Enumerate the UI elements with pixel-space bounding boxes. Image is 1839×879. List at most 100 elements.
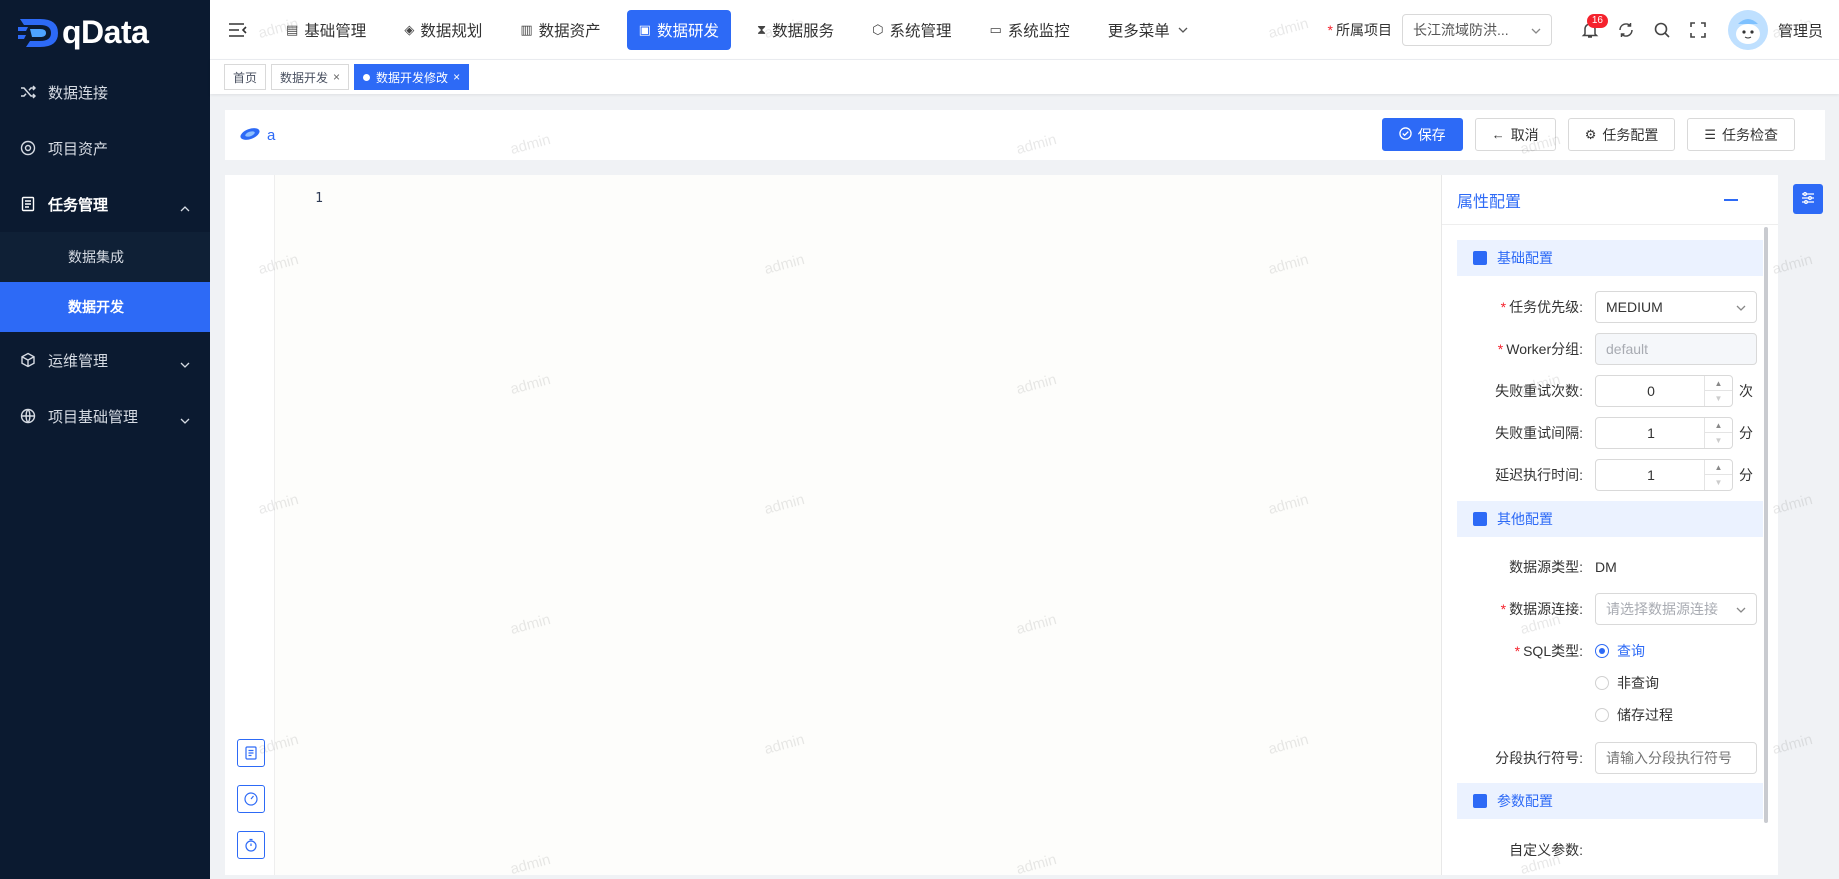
bookmark-icon xyxy=(1473,512,1487,526)
radio-circle xyxy=(1595,644,1609,658)
nav-data-development[interactable]: ▣ 数据研发 xyxy=(626,9,731,50)
ds-conn-label: * 数据源连接: xyxy=(1500,601,1583,617)
bell-icon[interactable]: 16 xyxy=(1572,12,1608,48)
sidebar-item-task-management[interactable]: 任务管理 xyxy=(0,176,210,232)
nav-system-management[interactable]: ⬡ 系统管理 xyxy=(860,10,963,50)
save-button[interactable]: 保存 xyxy=(1381,118,1463,151)
priority-select[interactable]: MEDIUM xyxy=(1595,291,1757,323)
tab-data-development-edit[interactable]: 数据开发修改 × xyxy=(354,64,470,90)
logo[interactable]: qData xyxy=(0,0,210,64)
increment-icon[interactable]: ▲ xyxy=(1704,460,1732,475)
tab-data-development[interactable]: 数据开发 × xyxy=(271,64,350,90)
top-nav: ▤ 基础管理 ◈ 数据规划 ▥ 数据资产 ▣ 数据研发 ⧗ 数据服务 ⬡ 系统管… xyxy=(274,0,1214,60)
decrement-icon[interactable]: ▼ xyxy=(1704,433,1732,448)
radio-label: 储存过程 xyxy=(1617,707,1673,723)
radio-query[interactable]: 查询 xyxy=(1595,641,1645,661)
stepper-value: 0 xyxy=(1647,383,1655,399)
gauge-icon[interactable] xyxy=(237,785,265,813)
project-select[interactable]: 长江流域防洪... xyxy=(1401,14,1552,46)
unit-label: 次 xyxy=(1739,383,1753,399)
retry-times-row: 失败重试次数: 0 ▲ ▼ 次 xyxy=(1457,375,1763,407)
scrollbar[interactable] xyxy=(1764,227,1768,823)
sidebar-item-project-basic[interactable]: 项目基础管理 xyxy=(0,388,210,444)
minimize-icon[interactable] xyxy=(1724,199,1738,201)
collapse-menu-icon[interactable] xyxy=(228,22,248,38)
bookmark-icon xyxy=(1473,251,1487,265)
nav-data-planning[interactable]: ◈ 数据规划 xyxy=(392,10,494,50)
retry-interval-stepper[interactable]: 1 ▲ ▼ xyxy=(1595,417,1733,449)
worker-row: * Worker分组: default xyxy=(1457,333,1763,365)
sidebar-item-data-development[interactable]: 数据开发 xyxy=(0,282,210,332)
unit-label: 分 xyxy=(1739,425,1753,441)
task-check-button[interactable]: ☰ 任务检查 xyxy=(1687,118,1795,151)
segment-label: 分段执行符号: xyxy=(1495,750,1583,766)
radio-stored-procedure[interactable]: 储存过程 xyxy=(1595,705,1673,725)
retry-interval-row: 失败重试间隔: 1 ▲ ▼ 分 xyxy=(1457,417,1763,449)
fullscreen-icon[interactable] xyxy=(1680,12,1716,48)
nav-label: 更多菜单 xyxy=(1107,22,1170,40)
tab-home[interactable]: 首页 xyxy=(224,64,267,90)
project-select-value: 长江流域防洪... xyxy=(1412,22,1509,38)
task-toolbar: a 保存 ← 取消 ⚙ 任务配置 ☰ 任务检查 xyxy=(225,110,1825,160)
sidebar-item-label: 运维管理 xyxy=(48,352,109,370)
section-params-config: 参数配置 xyxy=(1457,783,1763,819)
decrement-icon[interactable]: ▼ xyxy=(1704,391,1732,406)
custom-params-label: 自定义参数: xyxy=(1509,842,1583,858)
radio-non-query[interactable]: 非查询 xyxy=(1595,673,1659,693)
radio-circle xyxy=(1595,708,1609,722)
ds-conn-placeholder: 请选择数据源连接 xyxy=(1606,601,1718,617)
search-icon[interactable] xyxy=(1644,12,1680,48)
sql-editor[interactable]: 1 xyxy=(225,175,1441,875)
sql-type-row: * SQL类型: 查询 xyxy=(1457,635,1763,667)
retry-times-stepper[interactable]: 0 ▲ ▼ xyxy=(1595,375,1733,407)
increment-icon[interactable]: ▲ xyxy=(1704,418,1732,433)
delay-label: 延迟执行时间: xyxy=(1495,467,1583,483)
cube-icon xyxy=(20,352,36,368)
document-icon: ▤ xyxy=(286,21,299,37)
close-icon[interactable]: × xyxy=(453,70,460,84)
increment-icon[interactable]: ▲ xyxy=(1704,376,1732,391)
sidebar-item-data-connection[interactable]: 数据连接 xyxy=(0,64,210,120)
unit-label: 分 xyxy=(1739,467,1753,483)
sidebar-item-project-assets[interactable]: 项目资产 xyxy=(0,120,210,176)
chevron-down-icon xyxy=(180,356,190,373)
retry-times-label: 失败重试次数: xyxy=(1495,383,1583,399)
bookmark-icon xyxy=(1473,794,1487,808)
refresh-icon[interactable] xyxy=(1608,12,1644,48)
settings-sliders-button[interactable] xyxy=(1793,184,1823,214)
nav-basic-management[interactable]: ▤ 基础管理 xyxy=(274,10,378,50)
section-title: 其他配置 xyxy=(1497,511,1553,527)
task-config-button[interactable]: ⚙ 任务配置 xyxy=(1567,118,1676,151)
delay-stepper[interactable]: 1 ▲ ▼ xyxy=(1595,459,1733,491)
tags-view: 首页 数据开发 × 数据开发修改 × xyxy=(210,60,1839,94)
document-icon xyxy=(20,196,36,212)
ds-connection-select[interactable]: 请选择数据源连接 xyxy=(1595,593,1757,625)
property-panel: 属性配置 基础配置 * 任务优先级: MEDIUM * Worker分组: defa… xyxy=(1441,175,1778,875)
sql-type-label: * SQL类型: xyxy=(1514,643,1583,659)
user-name[interactable]: 管理员 xyxy=(1778,20,1823,41)
sidebar-item-ops-management[interactable]: 运维管理 xyxy=(0,332,210,388)
cancel-button[interactable]: ← 取消 xyxy=(1474,118,1556,151)
segment-separator-input[interactable] xyxy=(1595,742,1757,774)
arrow-left-icon: ← xyxy=(1491,127,1505,142)
avatar[interactable] xyxy=(1727,10,1768,50)
editor-tool-column xyxy=(225,175,275,875)
close-icon[interactable]: × xyxy=(333,70,340,84)
sliders-icon xyxy=(1801,191,1815,208)
sidebar-item-data-integration[interactable]: 数据集成 xyxy=(0,232,210,282)
decrement-icon[interactable]: ▼ xyxy=(1704,475,1732,490)
nav-system-monitor[interactable]: ▭ 系统监控 xyxy=(977,10,1081,50)
log-icon[interactable] xyxy=(237,739,265,767)
chevron-up-icon xyxy=(180,200,190,217)
check-circle-icon xyxy=(1398,126,1412,143)
chevron-down-icon xyxy=(1178,21,1188,39)
nav-data-assets[interactable]: ▥ 数据资产 xyxy=(508,10,612,50)
custom-params-row: 自定义参数: xyxy=(1457,834,1763,866)
nav-label: 数据资产 xyxy=(538,22,601,40)
nav-data-service[interactable]: ⧗ 数据服务 xyxy=(745,10,846,50)
toolbar-buttons: 保存 ← 取消 ⚙ 任务配置 ☰ 任务检查 xyxy=(1370,118,1795,151)
nav-more-menu[interactable]: 更多菜单 xyxy=(1096,10,1200,50)
timer-icon[interactable] xyxy=(237,831,265,859)
nav-label: 系统管理 xyxy=(889,22,952,40)
worker-label: * Worker分组: xyxy=(1497,341,1583,357)
